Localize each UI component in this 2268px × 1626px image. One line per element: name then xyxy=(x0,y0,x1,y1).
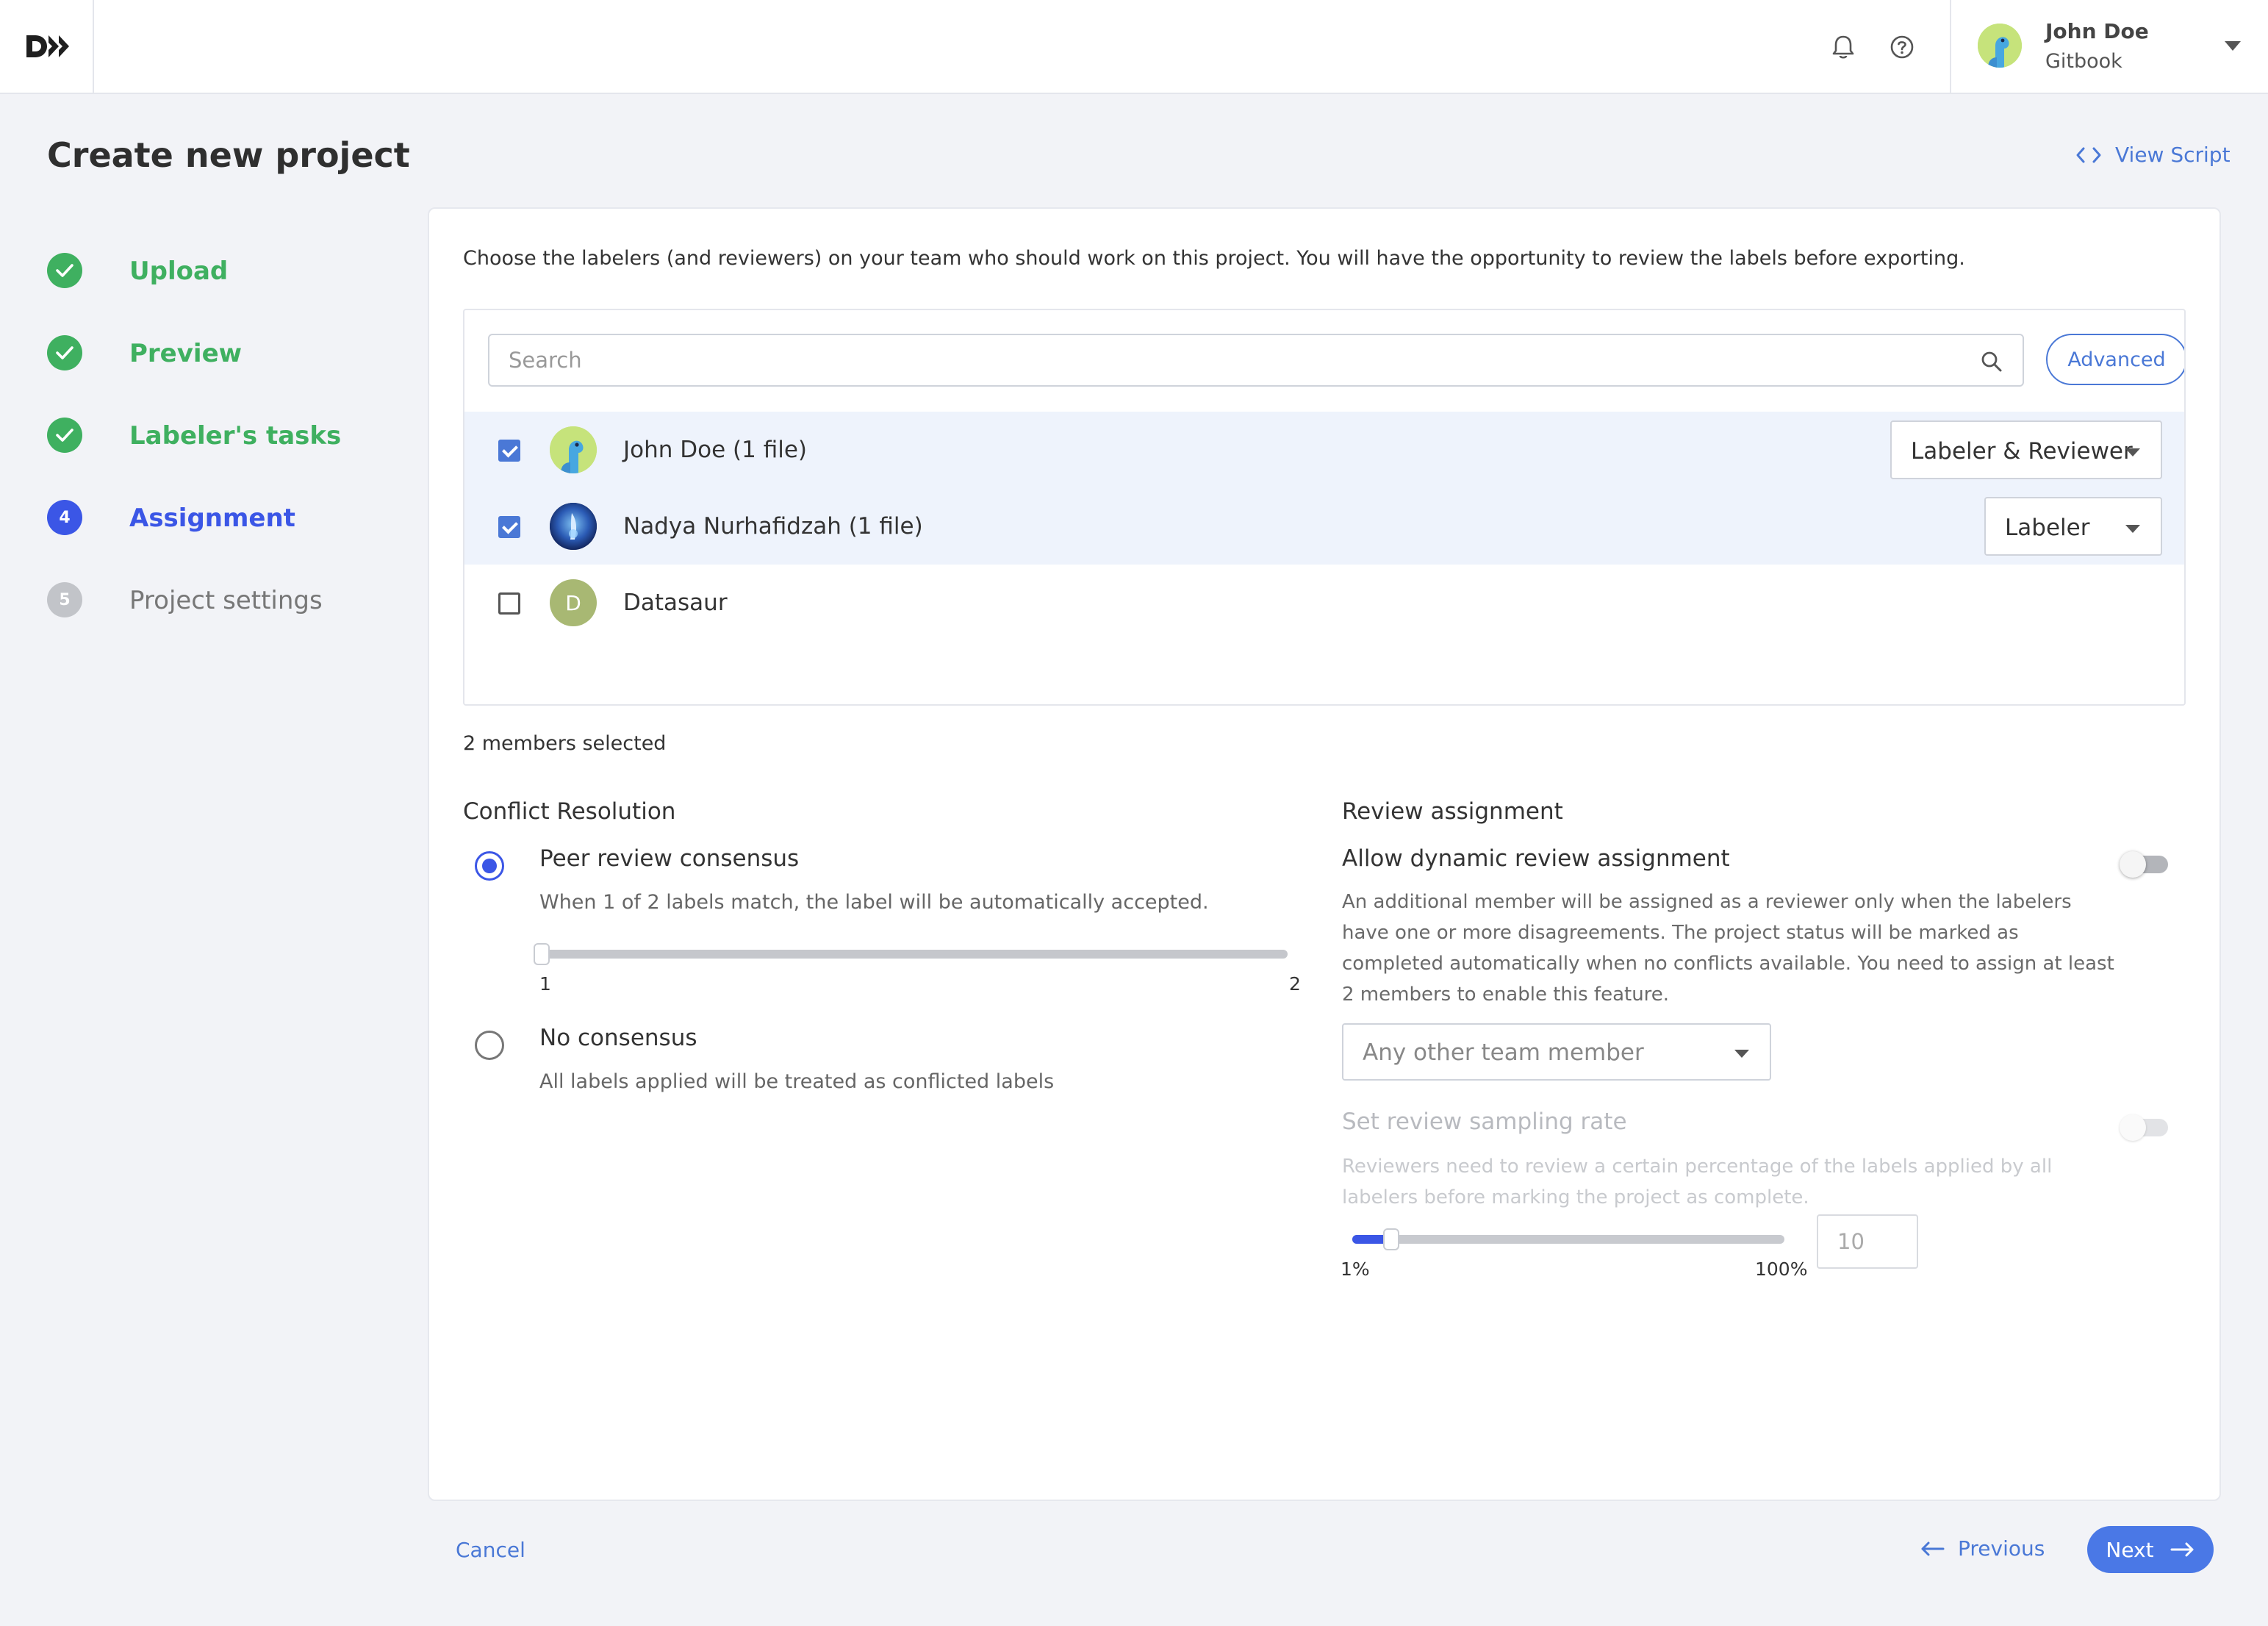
user-avatar xyxy=(1978,24,2022,68)
sampling-rate-title: Set review sampling rate xyxy=(1342,1109,1627,1135)
search-field[interactable] xyxy=(488,334,2024,387)
step-label: Assignment xyxy=(129,504,295,533)
datasaur-logo-icon xyxy=(26,35,69,57)
consensus-slider-handle[interactable] xyxy=(534,943,550,965)
caret-down-icon xyxy=(2125,448,2140,456)
member-name: Datasaur xyxy=(623,590,728,616)
page-title: Create new project xyxy=(47,135,410,175)
previous-button[interactable]: Previous xyxy=(1920,1536,2045,1561)
top-bar: John Doe Gitbook xyxy=(0,0,2268,94)
cancel-button[interactable]: Cancel xyxy=(456,1538,525,1562)
sampling-rate-toggle[interactable] xyxy=(2120,1114,2168,1141)
member-avatar: D xyxy=(550,579,597,626)
role-select[interactable]: Labeler xyxy=(1984,497,2162,556)
step-labelers-tasks[interactable]: Labeler's tasks xyxy=(47,417,341,454)
app-logo[interactable] xyxy=(0,0,94,93)
sampling-rate-input[interactable] xyxy=(1817,1214,1918,1269)
dino-avatar-icon xyxy=(550,426,597,473)
arrow-right-icon xyxy=(2170,1542,2194,1557)
intro-text: Choose the labelers (and reviewers) on y… xyxy=(463,247,1965,270)
step-upload[interactable]: Upload xyxy=(47,252,228,289)
role-select[interactable]: Labeler & Reviewer xyxy=(1890,420,2162,479)
user-name: John Doe xyxy=(2045,19,2149,43)
search-icon xyxy=(1981,351,2002,372)
step-number: 4 xyxy=(47,500,82,535)
step-label: Upload xyxy=(129,257,229,286)
step-label: Labeler's tasks xyxy=(129,421,342,451)
step-label: Preview xyxy=(129,339,243,368)
no-consensus-radio[interactable] xyxy=(475,1031,504,1060)
notification-bell-icon[interactable] xyxy=(1829,32,1858,62)
slider-min-label: 1 xyxy=(539,973,551,995)
member-row: D Datasaur xyxy=(464,565,2184,641)
help-icon[interactable] xyxy=(1887,32,1917,62)
check-icon xyxy=(47,418,82,453)
previous-label: Previous xyxy=(1958,1536,2045,1561)
dino-avatar-icon xyxy=(1978,24,2022,68)
assignment-card: Choose the labelers (and reviewers) on y… xyxy=(428,207,2221,1501)
sampling-min-label: 1% xyxy=(1341,1258,1370,1280)
view-script-label: View Script xyxy=(2115,143,2231,167)
step-number: 5 xyxy=(47,582,82,617)
no-consensus-title: No consensus xyxy=(539,1025,697,1051)
search-input[interactable] xyxy=(489,335,2023,385)
caret-down-icon xyxy=(2125,525,2140,533)
member-avatar xyxy=(550,503,597,550)
dynamic-review-title: Allow dynamic review assignment xyxy=(1342,845,1730,872)
member-name: John Doe (1 file) xyxy=(623,437,807,463)
step-preview[interactable]: Preview xyxy=(47,334,242,371)
member-checkbox[interactable] xyxy=(498,440,520,462)
next-button[interactable]: Next xyxy=(2087,1526,2214,1573)
consensus-slider-track[interactable] xyxy=(541,950,1288,959)
arrow-left-icon xyxy=(1921,1541,1945,1555)
peer-review-radio[interactable] xyxy=(475,851,504,881)
sampling-slider-track[interactable] xyxy=(1352,1235,1784,1244)
check-icon xyxy=(47,253,82,288)
member-checkbox[interactable] xyxy=(498,592,520,615)
member-checkbox[interactable] xyxy=(498,516,520,538)
advanced-button[interactable]: Advanced xyxy=(2046,334,2184,385)
check-icon xyxy=(47,335,82,370)
sampling-max-label: 100% xyxy=(1755,1258,1808,1280)
photo-avatar-icon xyxy=(550,503,597,550)
slider-max-label: 2 xyxy=(1289,973,1301,995)
code-icon xyxy=(2076,147,2101,162)
caret-down-icon xyxy=(1734,1050,1749,1058)
member-avatar xyxy=(550,426,597,473)
role-value: Labeler & Reviewer xyxy=(1911,438,2133,465)
user-organization: Gitbook xyxy=(2045,50,2122,73)
sampling-slider-handle[interactable] xyxy=(1383,1228,1399,1250)
reviewer-member-select[interactable]: Any other team member xyxy=(1342,1023,1771,1081)
peer-review-description: When 1 of 2 labels match, the label will… xyxy=(539,891,1209,914)
dynamic-review-description: An additional member will be assigned as… xyxy=(1342,891,2114,1006)
chevron-down-icon[interactable] xyxy=(2225,41,2241,51)
role-value: Labeler xyxy=(2005,515,2090,541)
step-project-settings[interactable]: 5 Project settings xyxy=(47,581,323,618)
peer-review-title: Peer review consensus xyxy=(539,845,800,872)
member-name: Nadya Nurhafidzah (1 file) xyxy=(623,513,923,540)
reviewer-member-value: Any other team member xyxy=(1363,1039,1644,1066)
members-panel: Advanced John Doe (1 file) Labeler & Rev… xyxy=(463,309,2186,706)
sampling-rate-description: Reviewers need to review a certain perce… xyxy=(1342,1156,2053,1208)
selected-count: 2 members selected xyxy=(463,732,667,755)
user-menu[interactable]: John Doe Gitbook xyxy=(1950,0,2268,93)
member-row: Nadya Nurhafidzah (1 file) Labeler xyxy=(464,488,2184,565)
no-consensus-description: All labels applied will be treated as co… xyxy=(539,1070,1055,1093)
step-assignment[interactable]: 4 Assignment xyxy=(47,499,295,536)
view-script-link[interactable]: View Script xyxy=(2075,143,2231,167)
next-label: Next xyxy=(2106,1537,2154,1562)
review-assignment-title: Review assignment xyxy=(1342,798,1563,825)
conflict-resolution-title: Conflict Resolution xyxy=(463,798,676,825)
step-label: Project settings xyxy=(129,586,323,615)
member-row: John Doe (1 file) Labeler & Reviewer xyxy=(464,412,2184,488)
dynamic-review-toggle[interactable] xyxy=(2120,851,2168,878)
